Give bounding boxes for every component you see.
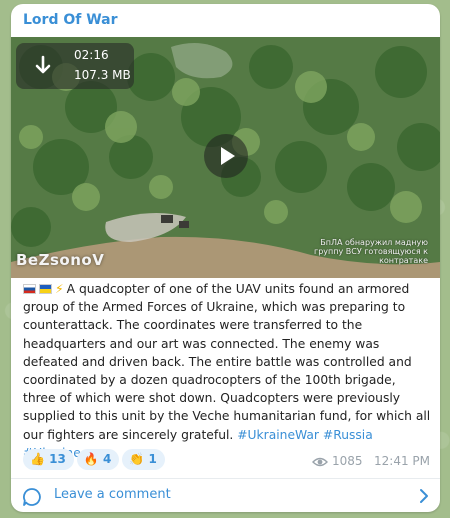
thumbs-up-icon: 👍 <box>30 452 45 466</box>
video-file-size: 107.3 MB <box>74 68 131 82</box>
eye-icon <box>312 457 328 467</box>
play-icon <box>221 147 235 165</box>
reaction-count: 1 <box>148 452 157 466</box>
channel-title[interactable]: Lord Of War <box>23 12 118 28</box>
watermark-right: БпЛА обнаружил мадную группу ВСУ готовящ… <box>313 238 428 265</box>
watermark-left: BeZsonoV <box>16 251 105 269</box>
download-badge[interactable]: 02:16 107.3 MB <box>16 43 134 89</box>
russia-flag-icon <box>23 284 36 294</box>
clap-icon: 👏 <box>129 452 145 466</box>
lightning-icon: ⚡ <box>55 282 64 296</box>
play-button[interactable] <box>204 134 248 178</box>
video-duration: 02:16 <box>74 48 109 62</box>
video-thumbnail[interactable]: 02:16 107.3 MB BeZsonoV БпЛА обнаружил м… <box>11 37 440 278</box>
reactions-bar: 👍 13 🔥 4 👏 1 <box>23 448 168 470</box>
reaction-clap[interactable]: 👏 1 <box>122 449 165 470</box>
post-text: ⚡ A quadcopter of one of the UAV units fo… <box>23 280 431 462</box>
hashtag-russia[interactable]: #Russia <box>323 428 373 442</box>
fire-icon: 🔥 <box>83 452 99 466</box>
reaction-thumbs-up[interactable]: 👍 13 <box>23 449 74 470</box>
hashtag-ukrainewar[interactable]: #UkraineWar <box>237 428 319 442</box>
view-count: 1085 <box>332 454 363 468</box>
chevron-right-icon <box>420 489 428 503</box>
reaction-count: 13 <box>49 452 66 466</box>
leave-comment-button[interactable]: Leave a comment <box>11 479 440 512</box>
message-time: 12:41 PM <box>374 454 430 468</box>
message-bubble: Lord Of War 02:16 107.3 MB BeZsonoV БпЛА… <box>11 4 440 512</box>
post-body: A quadcopter of one of the UAV units fou… <box>23 282 431 442</box>
leave-comment-label: Leave a comment <box>54 487 171 502</box>
comment-bubble-icon <box>23 488 41 506</box>
reaction-count: 4 <box>102 452 112 466</box>
ukraine-flag-icon <box>39 284 52 294</box>
reaction-fire[interactable]: 🔥 4 <box>76 449 120 470</box>
download-arrow-icon[interactable] <box>30 53 56 79</box>
message-meta: 1085 12:41 PM <box>312 454 430 468</box>
